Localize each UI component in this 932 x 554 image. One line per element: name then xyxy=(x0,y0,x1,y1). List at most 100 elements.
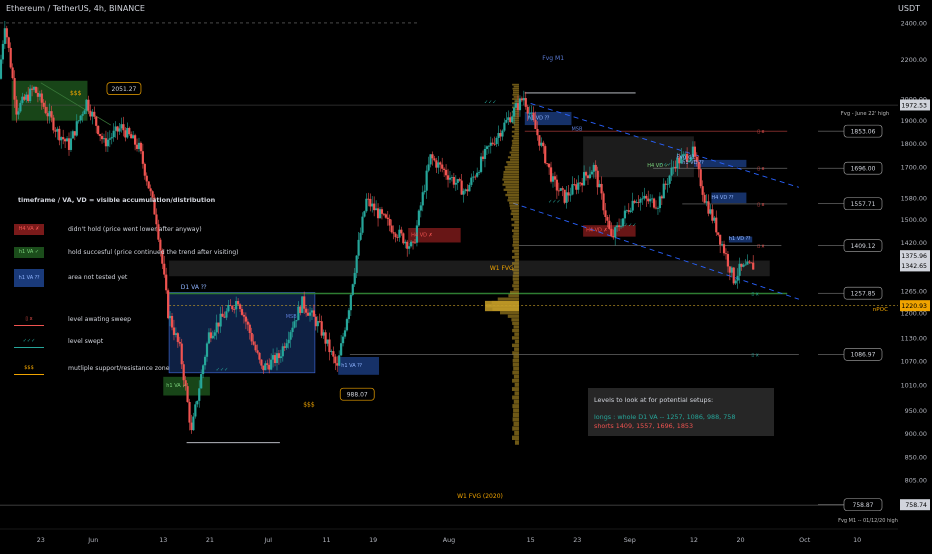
y-tick-label: 1800.00 xyxy=(901,140,927,148)
legend-item-multi-zone: $$$ mutliple support/resistance zone xyxy=(12,363,212,377)
candle-body xyxy=(97,125,100,135)
candle-body xyxy=(110,137,113,139)
candle-body xyxy=(252,341,255,345)
candle-body xyxy=(501,130,504,137)
annotation-zone-top: $$$ xyxy=(70,90,82,97)
candle-body xyxy=(651,198,654,200)
candle-body xyxy=(242,314,246,317)
volume-profile-bar xyxy=(512,87,519,90)
candle-body xyxy=(511,116,514,123)
candle-body xyxy=(413,242,417,244)
candle-body xyxy=(69,138,73,150)
callout-value: 1409.12 xyxy=(851,243,876,250)
volume-profile-bar xyxy=(503,188,519,191)
candle-body xyxy=(602,193,605,211)
annotation-awaiting-sweep: ▯ x xyxy=(757,129,764,135)
candle-body xyxy=(48,111,51,117)
candle-body xyxy=(215,322,218,333)
candle-body xyxy=(219,313,222,327)
candle-body xyxy=(174,333,178,336)
chart-title: Ethereum / TetherUS, 4h, BINANCE xyxy=(6,4,145,13)
legend-swatch-sweep: ▯ x xyxy=(14,314,44,326)
candle-body xyxy=(711,209,714,221)
candle-body xyxy=(330,351,333,353)
candle-body xyxy=(579,182,582,184)
candle-body xyxy=(271,355,275,360)
candle-body xyxy=(612,236,615,238)
annotation-swept-vd: ✓✓✓ xyxy=(659,162,672,168)
candle-body xyxy=(516,103,520,111)
x-tick-label: Oct xyxy=(799,536,811,544)
candle-body xyxy=(334,356,337,364)
volume-profile-bar xyxy=(513,123,519,126)
legend-item-hold-success: h1 VA ✓ hold succesful (price continued … xyxy=(12,247,239,261)
candle-body xyxy=(617,225,621,227)
volume-profile-bar xyxy=(505,193,519,197)
candle-body xyxy=(586,175,590,179)
candle-body xyxy=(705,201,708,203)
candle-body xyxy=(23,96,26,100)
candle-body xyxy=(250,332,253,342)
candle-body xyxy=(629,210,632,212)
candle-body xyxy=(324,332,327,344)
x-tick-label: Jul xyxy=(263,536,272,544)
volume-profile-bar xyxy=(511,144,519,147)
volume-profile-bar xyxy=(513,271,519,275)
y-tick-label: 1700.00 xyxy=(901,164,927,172)
candle-body xyxy=(604,210,607,218)
candle-body xyxy=(223,316,226,318)
candle-body xyxy=(361,216,364,233)
volume-profile-bar xyxy=(513,374,519,379)
annotation-npoc: nPOC xyxy=(873,307,888,313)
chart-stage[interactable]: Fvg M1 Fvg - June 22' high W1 FVG W1 FVG (2… xyxy=(0,0,932,550)
candle-body xyxy=(728,266,731,273)
y-tick-label: 1010.00 xyxy=(901,382,927,390)
candle-body xyxy=(343,330,347,337)
candle-body xyxy=(145,175,148,182)
candle-body xyxy=(283,346,286,348)
candle-body xyxy=(567,192,570,196)
candle-body xyxy=(308,312,312,316)
volume-profile-bar xyxy=(514,259,519,262)
candle-body xyxy=(246,321,249,325)
volume-profile-bar xyxy=(511,146,519,149)
volume-profile-bar xyxy=(509,151,519,154)
candle-body xyxy=(713,217,716,221)
volume-profile-bar xyxy=(514,132,519,135)
candle-body xyxy=(717,232,720,235)
candle-body xyxy=(573,184,576,185)
legend-text: mutliple support/resistance zone xyxy=(68,365,170,372)
volume-profile-bar xyxy=(511,223,519,227)
callout: 758.87 xyxy=(818,498,883,511)
candle-body xyxy=(312,310,316,317)
candle-body xyxy=(108,138,111,140)
candle-body xyxy=(450,177,454,178)
volume-profile-bar xyxy=(514,220,519,224)
candle-body xyxy=(120,124,123,129)
annotation-h1-va-unt: h1 VA ⁇ xyxy=(341,363,362,369)
volume-profile-bar xyxy=(507,199,519,202)
candle-body xyxy=(15,99,18,115)
candle-body xyxy=(60,137,63,141)
volume-profile-bar xyxy=(512,362,519,367)
volume-profile-bar xyxy=(512,417,519,422)
volume-profile-bar xyxy=(503,180,519,184)
candle-body xyxy=(476,172,479,177)
candle-body xyxy=(367,198,370,200)
candle-body xyxy=(7,37,10,48)
legend-item-swept: ✓✓✓ level swept xyxy=(12,336,212,350)
volume-profile-bar xyxy=(514,226,519,230)
candle-body xyxy=(305,308,308,313)
candle-body xyxy=(588,174,592,179)
y-tick-label: 1580.00 xyxy=(901,194,927,202)
volume-profile-bar xyxy=(512,351,519,355)
price-box: 988.07 xyxy=(339,387,375,401)
candle-body xyxy=(548,163,551,168)
volume-profile-bar xyxy=(512,426,519,431)
x-tick-label: 11 xyxy=(322,536,330,544)
x-tick-label: 10 xyxy=(853,536,861,544)
candle-body xyxy=(479,156,483,172)
candle-body xyxy=(116,126,119,132)
price-box-value: 988.07 xyxy=(347,392,368,399)
legend-text: level swept xyxy=(68,338,104,345)
